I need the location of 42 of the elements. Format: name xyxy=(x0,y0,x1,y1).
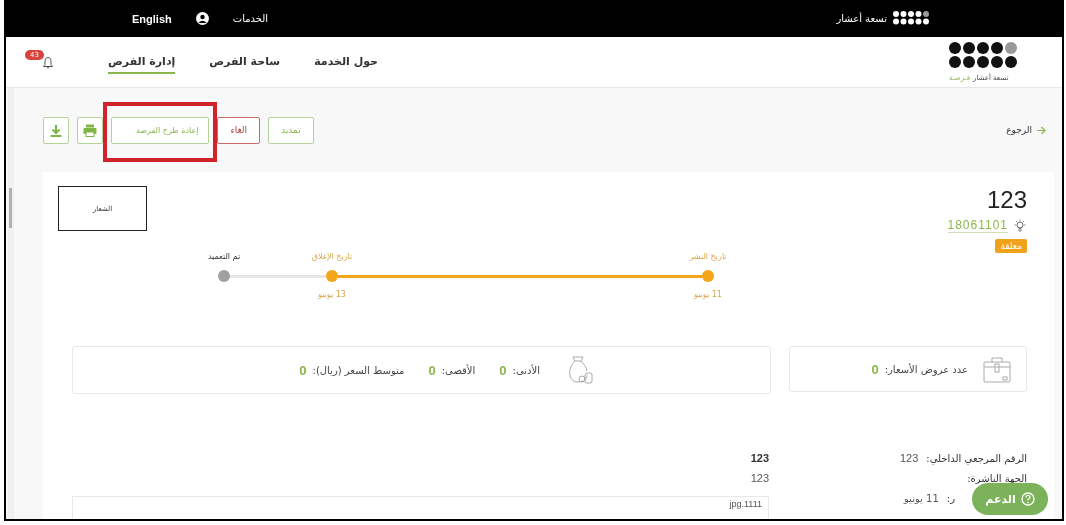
back-link[interactable]: الرجوع xyxy=(1006,125,1046,135)
printer-icon xyxy=(83,123,97,137)
opportunity-title: 123 xyxy=(986,186,1027,214)
attachment-field: jpg.1111 xyxy=(72,496,769,519)
stat-value: 0 xyxy=(499,362,507,378)
stat-value: 0 xyxy=(428,362,436,378)
stat-label: عدد عروض الأسعار: xyxy=(884,363,968,375)
stat-value: 0 xyxy=(871,361,879,377)
field-value: 11 يونيو xyxy=(903,492,939,504)
user-icon[interactable] xyxy=(195,12,209,25)
download-icon xyxy=(49,123,63,137)
step-label: تم التعميد xyxy=(207,251,241,263)
step-date: 13 يونيو xyxy=(318,289,346,301)
dots-logo-icon xyxy=(893,11,929,26)
step-label: تاريخ الإغلاق xyxy=(311,251,353,263)
field-value: 123 xyxy=(900,452,919,464)
download-button[interactable] xyxy=(43,116,69,144)
field-value: 123 xyxy=(749,451,769,466)
scrollbar[interactable] xyxy=(8,88,14,519)
lightbulb-icon xyxy=(1013,218,1027,233)
bell-icon[interactable] xyxy=(42,55,54,69)
stat-label: الأدنى: xyxy=(512,364,540,376)
action-button[interactable]: الغاء xyxy=(217,116,260,144)
field-label: الرقم المرجعي الداخلي: xyxy=(926,452,1027,464)
help-icon xyxy=(1020,492,1035,506)
field-value: 123 xyxy=(749,471,769,486)
stat-label: الأقصى: xyxy=(441,364,476,376)
nav-menu-item[interactable]: حول الخدمة xyxy=(314,50,379,74)
stat-value: 0 xyxy=(299,362,307,378)
arrow-icon xyxy=(1036,125,1046,135)
print-button[interactable] xyxy=(77,116,103,144)
briefcase-icon xyxy=(982,354,1012,384)
field-label: ر: xyxy=(946,492,955,504)
services-link[interactable]: الخدمات xyxy=(232,13,269,24)
nav-menu-item[interactable]: ساحة الفرص xyxy=(209,50,281,74)
brand-name: تسعة أعشار xyxy=(836,13,887,24)
language-link[interactable]: English xyxy=(132,12,172,25)
status-badge: معلقة xyxy=(995,239,1027,253)
step-label: تاريخ النشر xyxy=(689,251,727,263)
stat-label: متوسط السعر (ريال): xyxy=(312,364,405,376)
step-date: 11 يونيو xyxy=(694,289,722,301)
nav-menu-item[interactable]: إدارة الفرص xyxy=(108,50,176,74)
